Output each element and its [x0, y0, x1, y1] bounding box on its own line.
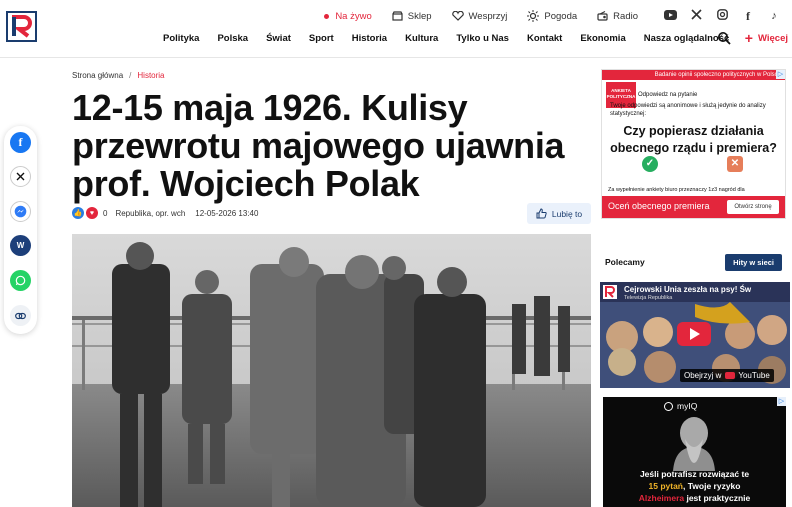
nav-polska[interactable]: Polska — [217, 33, 248, 44]
article-author: Republika, opr. wch — [115, 208, 186, 218]
article-photo — [72, 234, 591, 507]
breadcrumb: Strona główna / Historia — [72, 71, 165, 80]
youtube-icon[interactable] — [662, 9, 678, 23]
nav-kultura[interactable]: Kultura — [405, 33, 438, 44]
watch-label: Obejrzyj w — [684, 371, 722, 380]
instagram-icon[interactable] — [714, 9, 730, 23]
weather-link[interactable]: Pogoda — [527, 10, 577, 22]
radio-link[interactable]: Radio — [597, 11, 638, 22]
recommended-title: Polecamy — [605, 257, 645, 267]
shop-link[interactable]: Sklep — [392, 11, 432, 22]
nav-historia[interactable]: Historia — [352, 33, 387, 44]
iq-ad-text: Jeśli potrafisz rozwiązać te 15 pytań, T… — [603, 468, 786, 504]
x-icon[interactable] — [688, 9, 704, 23]
iq-ad-line-2-rest: , Twoje ryzyko — [683, 481, 741, 491]
share-sidebar: f W — [4, 126, 37, 334]
breadcrumb-current[interactable]: Historia — [137, 71, 164, 80]
recommended-header: Polecamy Hity w sieci — [601, 249, 786, 275]
iq-ad[interactable]: ▷ myIQ Jeśli potrafisz rozwiązać te 15 p… — [603, 397, 786, 507]
video-channel: Telewizja Republika — [624, 295, 673, 301]
main-nav: Polityka Polska Świat Sport Historia Kul… — [163, 33, 747, 44]
share-x-icon[interactable] — [10, 166, 31, 187]
like-button[interactable]: Lubię to — [527, 203, 591, 224]
nav-ekonomia[interactable]: Ekonomia — [580, 33, 625, 44]
plus-icon: + — [744, 30, 753, 46]
video-title: Cejrowski Unia zeszła na psy! Św — [624, 285, 752, 294]
nav-right: + Więcej — [717, 31, 788, 45]
iq-ad-red: Alzheimera — [638, 493, 685, 503]
iq-ad-brand: myIQ — [664, 401, 697, 411]
play-icon[interactable] — [677, 322, 711, 346]
live-dot-icon — [324, 13, 330, 19]
poll-ad-head: Odpowiedz na pytanie — [638, 92, 698, 98]
iq-ad-line-3: Alzheimera jest praktycznie — [603, 492, 786, 504]
ad-choices-icon[interactable]: ▷ — [777, 397, 786, 406]
heart-icon — [451, 11, 464, 21]
poll-ad-bar: Oceń obecnego premiera Otwórz stronę — [602, 196, 785, 218]
breadcrumb-separator: / — [129, 71, 132, 80]
iq-ad-line-1: Jeśli potrafisz rozwiązać te — [639, 469, 750, 479]
tiktok-icon[interactable]: ♪ — [766, 10, 782, 22]
ad-choices-icon[interactable]: ▷ — [776, 70, 785, 79]
share-wykop-icon[interactable]: W — [10, 235, 31, 256]
republika-logo[interactable] — [6, 11, 37, 42]
nav-sport[interactable]: Sport — [309, 33, 334, 44]
radio-label: Radio — [613, 10, 638, 22]
weather-label: Pogoda — [544, 10, 578, 22]
like-reaction-icon: 👍 — [72, 207, 84, 219]
statue-image — [673, 417, 715, 471]
shop-label: Sklep — [407, 10, 432, 22]
live-link[interactable]: Na żywo — [324, 10, 372, 22]
iq-ad-line-2: 15 pytań, Twoje ryzyko — [603, 480, 786, 492]
article-title: 12-15 maja 1926. Kulisy przewrotu majowe… — [72, 87, 565, 204]
video-embed[interactable]: Cejrowski Unia zeszła na psy! Św Telewiz… — [600, 282, 790, 388]
reactions[interactable]: 👍 ♥ 0 — [72, 207, 107, 219]
iq-ad-line-3-rest: jest praktycznie — [684, 493, 751, 503]
watch-on-youtube[interactable]: Obejrzyj w YouTube — [680, 369, 774, 382]
poll-ad-body: Twoje odpowiedzi są anonimowe i służą je… — [610, 103, 766, 117]
site-header: Na żywo Sklep Wesprzyj Pogoda Radio f ♪ … — [0, 0, 792, 58]
poll-ad-question: Czy popierasz działania obecnego rządu i… — [610, 124, 777, 155]
brain-icon — [664, 401, 673, 411]
social-links: f ♪ — [662, 9, 792, 24]
article-meta: 👍 ♥ 0 Republika, opr. wch 12-05-2026 13:… — [72, 207, 258, 219]
iq-ad-highlight: 15 pytań — [648, 481, 684, 491]
nav-polityka[interactable]: Polityka — [163, 33, 199, 44]
support-label: Wesprzyj — [468, 10, 508, 22]
support-link[interactable]: Wesprzyj — [451, 10, 508, 22]
poll-ad[interactable]: Badanie opinii społeczno politycznych w … — [601, 69, 786, 219]
shop-icon — [392, 11, 403, 21]
search-icon[interactable] — [717, 31, 731, 45]
breadcrumb-home[interactable]: Strona główna — [72, 71, 123, 80]
cross-icon[interactable]: ✕ — [727, 156, 743, 172]
nav-kontakt[interactable]: Kontakt — [527, 33, 562, 44]
article-date: 12-05-2026 13:40 — [195, 208, 259, 218]
share-messenger-icon[interactable] — [10, 201, 31, 222]
share-facebook-icon[interactable]: f — [10, 132, 31, 153]
facebook-icon[interactable]: f — [740, 9, 756, 24]
top-bar: Na żywo Sklep Wesprzyj Pogoda Radio f ♪ — [324, 9, 792, 23]
poll-ad-top: Badanie opinii społeczno politycznych w … — [602, 70, 785, 80]
sun-icon — [527, 10, 540, 22]
thumbs-up-icon — [536, 208, 547, 219]
more-label: Więcej — [757, 32, 788, 44]
poll-ad-open-button[interactable]: Otwórz stronę — [727, 200, 779, 214]
reaction-count: 0 — [103, 208, 108, 218]
more-button[interactable]: + Więcej — [744, 30, 788, 46]
radio-icon — [597, 11, 608, 21]
youtube-label: YouTube — [738, 371, 770, 380]
check-icon[interactable]: ✓ — [642, 156, 658, 172]
poll-ad-foot: Za wypełnienie ankiety biuro przeznaczy … — [608, 187, 745, 193]
like-label: Lubię to — [551, 208, 583, 219]
share-link-icon[interactable] — [10, 305, 31, 326]
youtube-icon — [725, 372, 736, 379]
poll-ad-bar-text: Oceń obecnego premiera — [608, 201, 710, 211]
live-label: Na żywo — [335, 10, 372, 22]
nav-tylko-u-nas[interactable]: Tylko u Nas — [456, 33, 509, 44]
viral-hits-button[interactable]: Hity w sieci — [725, 253, 782, 271]
share-whatsapp-icon[interactable] — [10, 270, 31, 291]
nav-swiat[interactable]: Świat — [266, 33, 291, 44]
heart-reaction-icon: ♥ — [86, 207, 98, 219]
iq-ad-brand-label: myIQ — [677, 401, 698, 411]
